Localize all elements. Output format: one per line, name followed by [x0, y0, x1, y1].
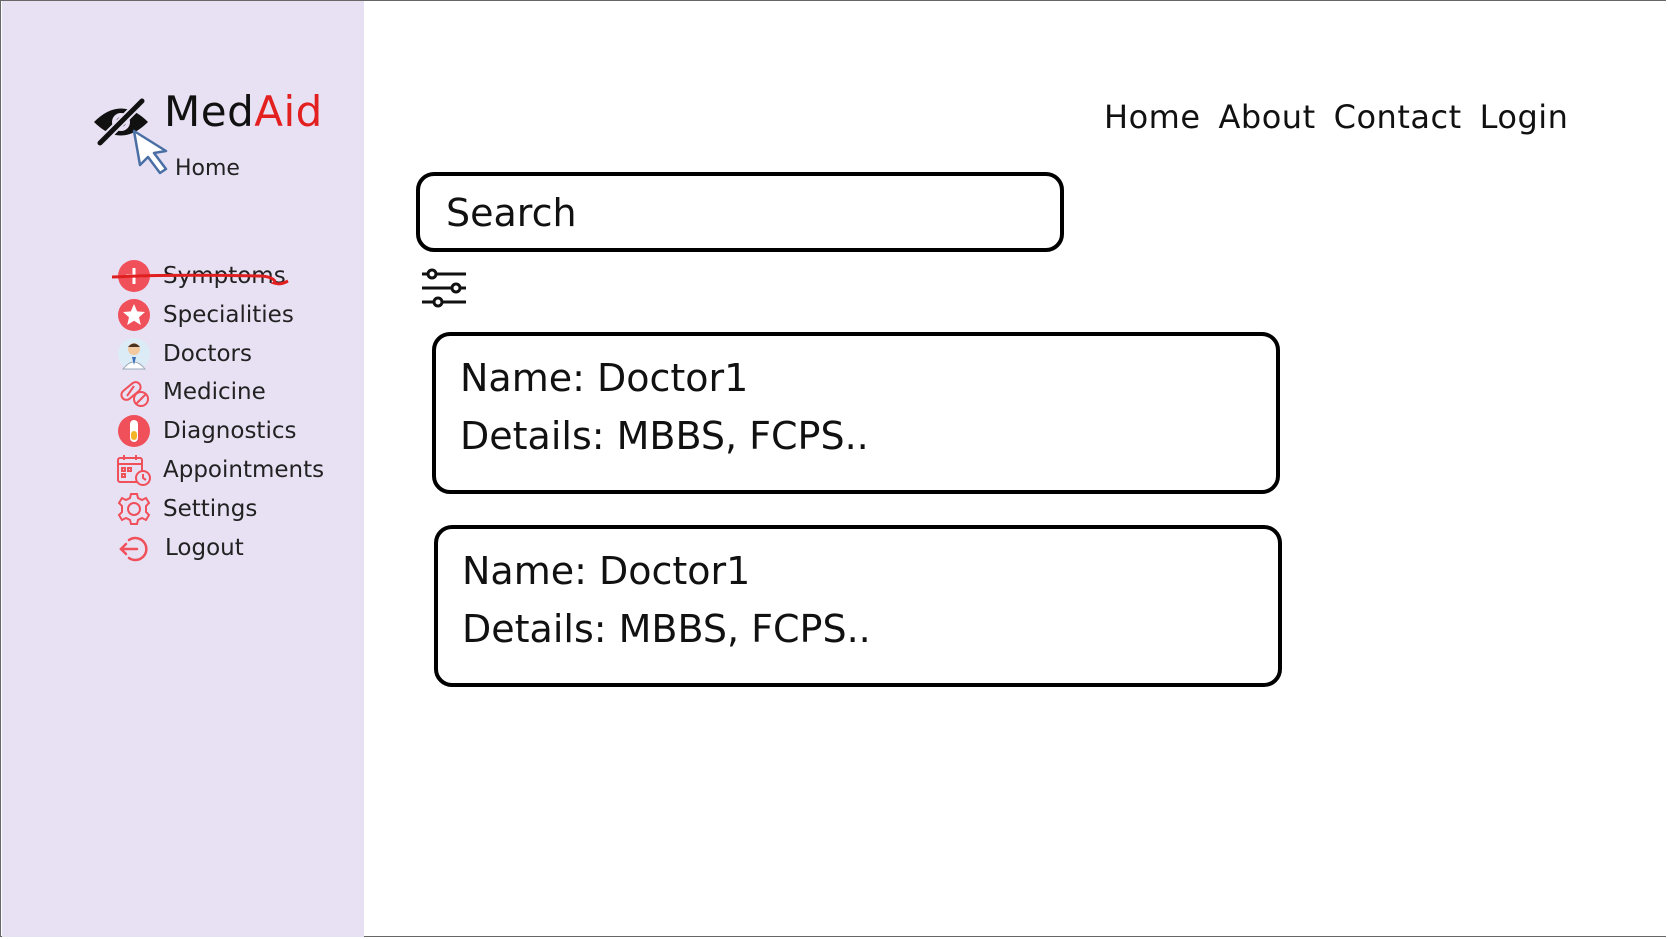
search-box	[416, 172, 1064, 252]
logout-icon	[116, 530, 152, 566]
filter-sliders-icon[interactable]	[420, 268, 468, 310]
star-badge-icon	[116, 297, 152, 333]
doctor-details: Details: MBBS, FCPS..	[460, 414, 869, 458]
doctor-card[interactable]: Name: Doctor1 Details: MBBS, FCPS..	[434, 525, 1282, 687]
sidebar-item-label: Logout	[165, 535, 244, 561]
brand-name-part2: Aid	[254, 87, 323, 136]
top-nav: Home About Contact Login	[1104, 98, 1568, 136]
search-input[interactable]	[444, 186, 1038, 240]
plus-circle-icon	[116, 258, 152, 294]
sidebar-item-doctors[interactable]: Doctors	[116, 335, 356, 373]
doctor-name: Name: Doctor1	[460, 356, 749, 400]
sidebar-item-label: Medicine	[163, 379, 266, 405]
sidebar-item-label: Doctors	[163, 341, 252, 367]
sidebar: MedAid Home Symptoms Specialities Doctor…	[2, 1, 364, 937]
topnav-home-link[interactable]: Home	[1104, 98, 1201, 136]
sidebar-item-label: Appointments	[163, 457, 325, 483]
topnav-contact-link[interactable]: Contact	[1334, 98, 1462, 136]
sidebar-item-label: Symptoms	[163, 263, 286, 289]
sidebar-item-label: Settings	[163, 496, 258, 522]
sidebar-item-medicine[interactable]: Medicine	[116, 373, 356, 411]
sidebar-item-logout[interactable]: Logout	[116, 529, 356, 567]
sidebar-item-settings[interactable]: Settings	[116, 490, 356, 528]
sidebar-item-specialities[interactable]: Specialities	[116, 296, 356, 334]
gear-icon	[116, 491, 152, 527]
calendar-clock-icon	[116, 452, 152, 488]
brand-name: MedAid	[164, 87, 323, 136]
doctor-name: Name: Doctor1	[462, 549, 751, 593]
brand-subtitle: Home	[175, 156, 240, 181]
sidebar-item-diagnostics[interactable]: Diagnostics	[116, 412, 356, 450]
mouse-cursor-icon	[132, 129, 168, 175]
pill-icon	[116, 374, 152, 410]
sidebar-item-label: Diagnostics	[163, 418, 297, 444]
topnav-login-link[interactable]: Login	[1480, 98, 1569, 136]
sidebar-item-label: Specialities	[163, 302, 294, 328]
test-tube-icon	[116, 413, 152, 449]
topnav-about-link[interactable]: About	[1219, 98, 1316, 136]
doctor-card[interactable]: Name: Doctor1 Details: MBBS, FCPS..	[432, 332, 1280, 494]
doctor-details: Details: MBBS, FCPS..	[462, 607, 871, 651]
doctor-icon	[116, 336, 152, 372]
sidebar-item-symptoms[interactable]: Symptoms	[112, 257, 356, 295]
sidebar-item-appointments[interactable]: Appointments	[116, 451, 356, 489]
